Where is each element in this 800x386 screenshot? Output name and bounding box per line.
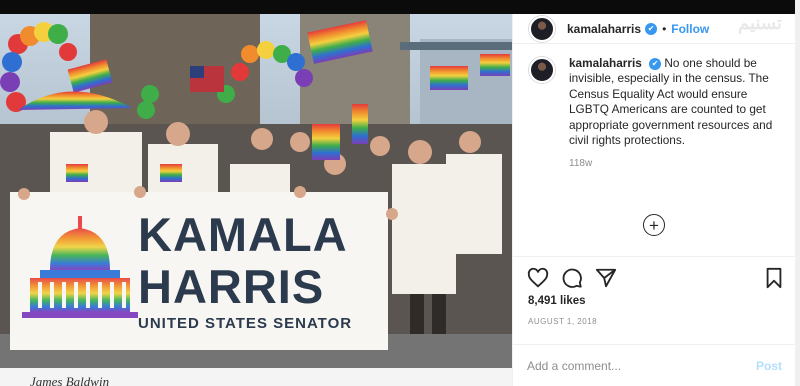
- username-link[interactable]: kamalaharris: [567, 22, 641, 36]
- separator-dot: •: [662, 21, 667, 36]
- post-comment-button[interactable]: Post: [756, 359, 782, 373]
- add-comment-bar: Post: [513, 344, 796, 386]
- post-details-panel: تسنیم kamalaharris ✔ • Follow kamalaharr…: [512, 14, 796, 386]
- post-actions: 8,491 likes AUGUST 1, 2018: [513, 256, 796, 352]
- follow-button[interactable]: Follow: [671, 22, 709, 36]
- send-icon[interactable]: [595, 267, 617, 289]
- add-comment-input[interactable]: [527, 358, 756, 373]
- watermark-text: تسنیم: [738, 13, 782, 33]
- bottom-caption-text: James Baldwin: [30, 374, 110, 386]
- parade-scene: [0, 14, 512, 368]
- plus-icon: +: [649, 215, 659, 235]
- tasnim-watermark: تسنیم: [729, 14, 791, 104]
- comment-icon[interactable]: [561, 267, 583, 289]
- post-age: 118w: [569, 158, 593, 170]
- bookmark-icon[interactable]: [763, 267, 785, 289]
- heart-icon[interactable]: [527, 267, 549, 289]
- screenshot-frame: KAMALA HARRIS UNITED STATES SENATOR Jame…: [0, 0, 800, 386]
- bottom-caption-strip: James Baldwin: [0, 368, 512, 386]
- post-photo[interactable]: KAMALA HARRIS UNITED STATES SENATOR: [0, 14, 512, 368]
- action-icons-row: [513, 257, 796, 291]
- verified-badge-icon: ✔: [645, 22, 658, 35]
- window-edge: [795, 0, 800, 386]
- avatar[interactable]: [529, 15, 555, 42]
- post-date: AUGUST 1, 2018: [528, 317, 598, 326]
- verified-badge-icon: ✔: [649, 57, 662, 70]
- load-more-comments-button[interactable]: +: [643, 214, 665, 236]
- caption-username-link[interactable]: kamalaharris: [569, 56, 642, 70]
- avatar[interactable]: [529, 57, 555, 83]
- likes-count[interactable]: 8,491 likes: [528, 295, 586, 307]
